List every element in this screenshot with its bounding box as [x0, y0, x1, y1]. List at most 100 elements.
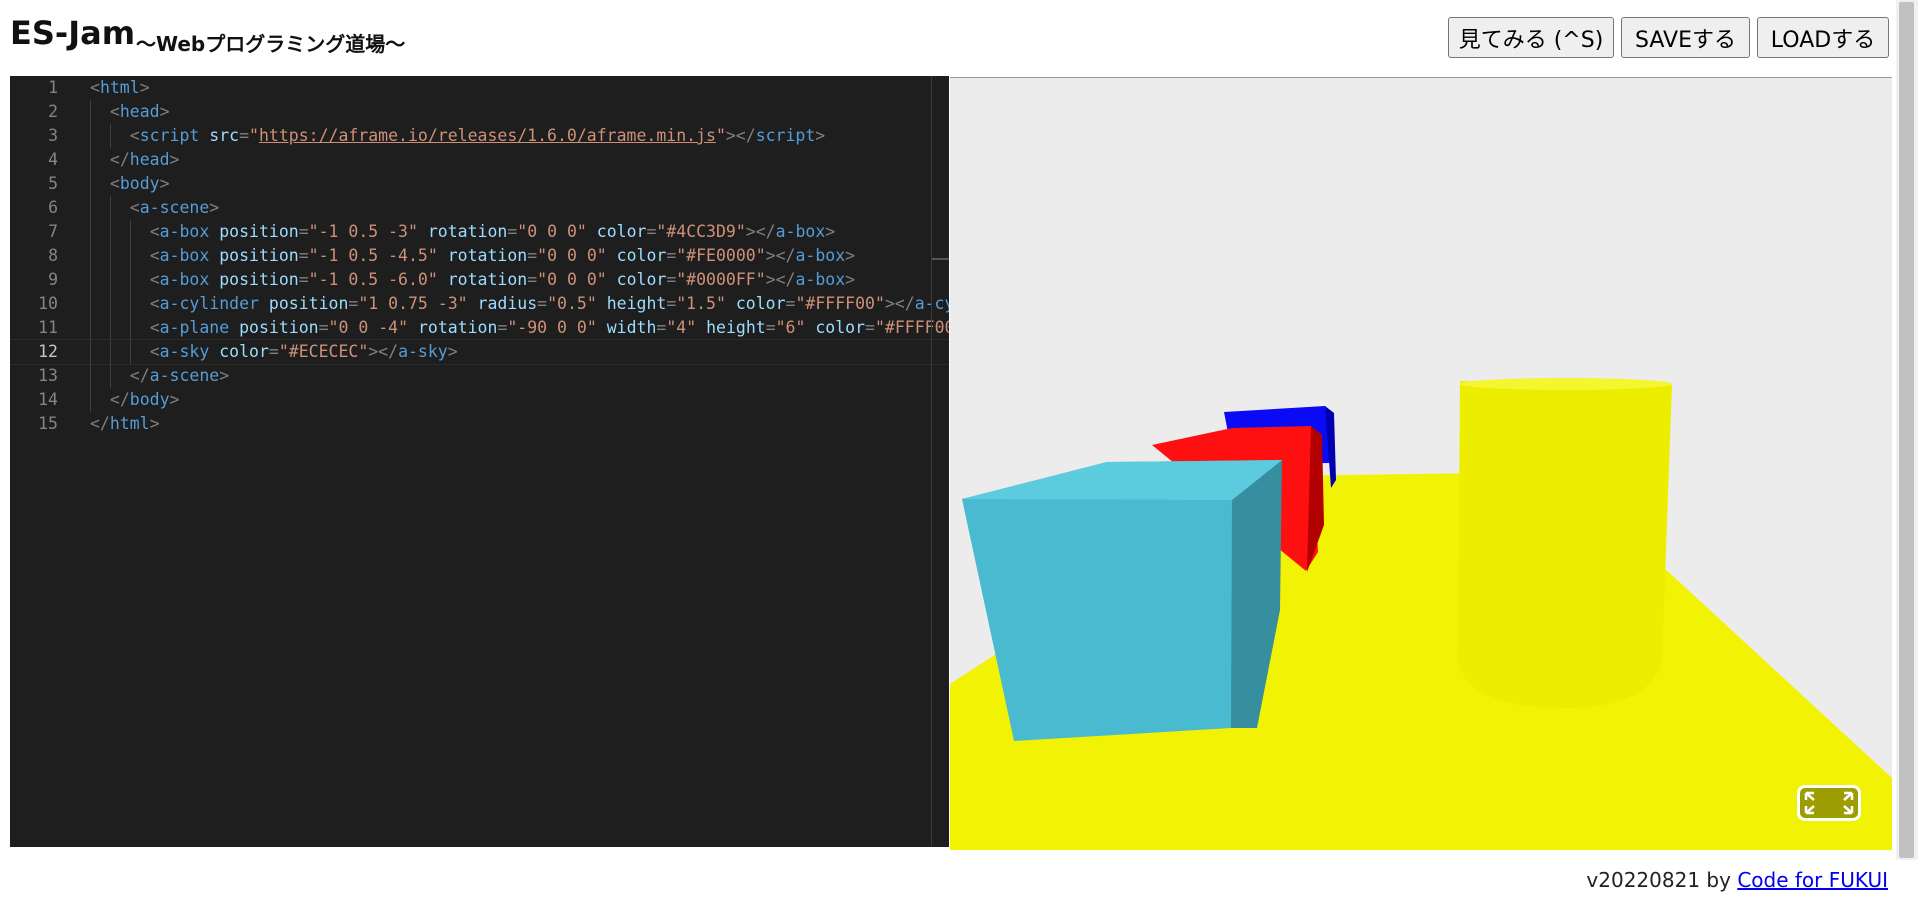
code-token: "#0000FF"	[676, 270, 766, 289]
code-token: >	[815, 126, 826, 145]
scene-preview[interactable]	[950, 77, 1892, 850]
line-code: <a-cylinder position="1 0.75 -3" radius=…	[150, 292, 949, 316]
code-token: =	[298, 222, 309, 241]
header: ES-Jam ～Webプログラミング道場～ 見てみる (^S) SAVEする L…	[0, 0, 1918, 76]
line-code: </a-scene>	[130, 364, 229, 388]
fullscreen-button[interactable]	[1797, 785, 1861, 821]
save-button[interactable]: SAVEする	[1621, 17, 1750, 58]
code-token: <	[109, 102, 120, 121]
code-token: a-scene	[139, 198, 210, 217]
indent-guide	[129, 340, 131, 364]
code-token: =	[298, 270, 309, 289]
line-code: <head>	[110, 100, 170, 124]
code-line[interactable]: 15 </html>	[10, 412, 949, 436]
page-scrollbar-thumb[interactable]	[1899, 2, 1914, 858]
code-token: "0.5"	[547, 294, 597, 313]
version-text: v20220821 by	[1586, 868, 1738, 892]
fullscreen-icon	[1804, 791, 1854, 815]
indent-guide	[90, 268, 91, 292]
code-line[interactable]: 7 <a-box position="-1 0.5 -3" rotation="0…	[10, 220, 949, 244]
code-token: radius	[477, 294, 538, 313]
code-token: color	[219, 342, 269, 361]
indent-guide	[129, 220, 131, 244]
code-token: "#4CC3D9"	[656, 222, 746, 241]
footer: v20220821 by Code for FUKUI	[1586, 868, 1888, 892]
preview-button[interactable]: 見てみる (^S)	[1448, 17, 1614, 58]
code-token: <	[109, 174, 120, 193]
line-number: 2	[48, 102, 58, 121]
code-for-fukui-link[interactable]: Code for FUKUI	[1737, 868, 1888, 892]
code-token: a-box	[795, 246, 846, 265]
code-line[interactable]: 11 <a-plane position="0 0 -4" rotation="-…	[10, 316, 949, 340]
line-number: 12	[38, 342, 58, 361]
code-token: "#FFFF00"	[874, 318, 949, 337]
indent-guide	[109, 364, 111, 388]
line-number: 10	[38, 294, 58, 313]
code-editor[interactable]: 1 <html> 2 <head> 3 <script src="https://afra…	[10, 76, 949, 847]
code-token: "0 0 -4"	[328, 318, 409, 337]
indent-guide	[109, 244, 111, 268]
code-token: a-cylinder	[159, 294, 259, 313]
code-token: =	[507, 222, 518, 241]
line-code: <a-box position="-1 0.5 -4.5" rotation="…	[150, 244, 855, 268]
indent-guide	[90, 220, 91, 244]
code-token: "0 0 0"	[517, 222, 587, 241]
code-line[interactable]: 12 <a-sky color="#ECECEC"></a-sky>	[10, 339, 949, 365]
code-token: ></	[765, 270, 796, 289]
code-token: "0 0 0"	[537, 270, 607, 289]
code-line[interactable]: 5 <body>	[10, 172, 949, 196]
code-line[interactable]: 3 <script src="https://aframe.io/releases…	[10, 124, 949, 148]
indent-guide	[90, 124, 91, 148]
code-token: ></	[765, 246, 796, 265]
code-token: html	[109, 414, 150, 433]
line-number: 14	[38, 390, 58, 409]
code-token: =	[527, 246, 538, 265]
code-token: =	[348, 294, 359, 313]
code-token: rotation	[447, 246, 528, 265]
line-code: </body>	[110, 388, 180, 412]
code-token: <	[90, 78, 100, 97]
line-number: 11	[38, 318, 58, 337]
code-token: =	[785, 294, 796, 313]
code-token: >	[219, 366, 230, 385]
code-token: "#FFFF00"	[795, 294, 885, 313]
line-code: <a-box position="-1 0.5 -3" rotation="0 …	[150, 220, 836, 244]
code-token: </	[90, 414, 110, 433]
line-code: </html>	[90, 412, 160, 436]
code-line[interactable]: 4 </head>	[10, 148, 949, 172]
code-token: <	[129, 198, 140, 217]
indent-guide	[109, 316, 111, 340]
indent-guide	[129, 292, 131, 316]
code-token: =	[527, 270, 538, 289]
yellow-cylinder-top	[1460, 378, 1672, 390]
code-token: body	[129, 390, 170, 409]
code-line[interactable]: 6 <a-scene>	[10, 196, 949, 220]
code-token: color	[596, 222, 647, 241]
load-button[interactable]: LOADする	[1757, 17, 1889, 58]
code-token: =	[239, 126, 250, 145]
code-token: https://aframe.io/releases/1.6.0/aframe.…	[258, 126, 716, 145]
code-line[interactable]: 1 <html>	[10, 76, 949, 100]
code-token: <	[149, 222, 160, 241]
indent-guide	[109, 340, 111, 364]
code-line[interactable]: 14 </body>	[10, 388, 949, 412]
code-line[interactable]: 8 <a-box position="-1 0.5 -4.5" rotation=…	[10, 244, 949, 268]
code-line[interactable]: 9 <a-box position="-1 0.5 -6.0" rotation=…	[10, 268, 949, 292]
line-number: 13	[38, 366, 58, 385]
code-token: "1 0.75 -3"	[358, 294, 468, 313]
line-number: 4	[48, 150, 58, 169]
code-line[interactable]: 10 <a-cylinder position="1 0.75 -3" radiu…	[10, 292, 949, 316]
code-line[interactable]: 13 </a-scene>	[10, 364, 949, 388]
code-token: a-box	[795, 270, 846, 289]
code-line[interactable]: 2 <head>	[10, 100, 949, 124]
code-token: >	[159, 102, 170, 121]
code-token: color	[735, 294, 786, 313]
